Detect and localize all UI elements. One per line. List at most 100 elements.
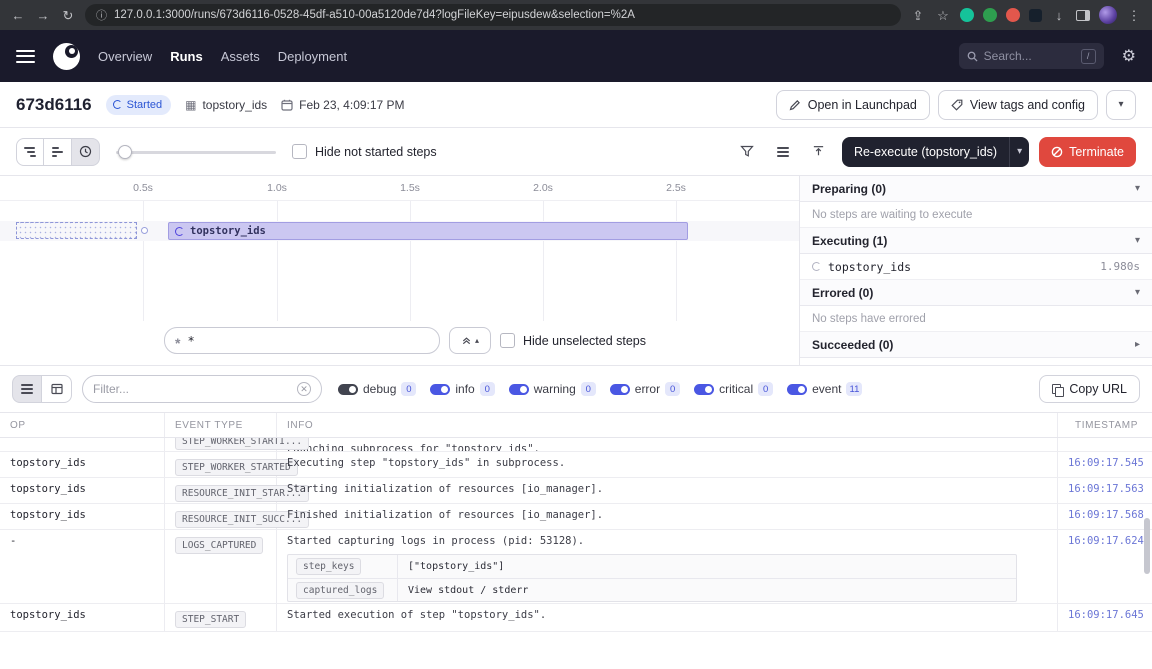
gantt-flat-view-button[interactable] [16, 138, 44, 166]
log-table: OP EVENT TYPE INFO TIMESTAMP STEP_WORKER… [0, 412, 1152, 632]
forward-icon[interactable]: → [35, 9, 51, 22]
gridline [143, 201, 144, 321]
log-row[interactable]: topstory_ids RESOURCE_INIT_SUCC... Finis… [0, 504, 1152, 530]
level-chip-event[interactable]: event 11 [787, 382, 862, 396]
section-succeeded[interactable]: Succeeded (0) ▸ [800, 332, 1152, 358]
browser-profile-avatar[interactable] [1099, 6, 1117, 24]
terminate-button[interactable]: Terminate [1039, 137, 1136, 167]
collapse-steps-button[interactable]: ▴ [449, 327, 491, 354]
log-row-logs-captured[interactable]: - LOGS_CAPTURED Started capturing logs i… [0, 530, 1152, 604]
chevron-down-icon: ▾ [1135, 183, 1140, 194]
share-icon[interactable]: ⇪ [910, 9, 926, 22]
event-type-tag: STEP_START [175, 611, 246, 628]
back-icon[interactable]: ← [10, 9, 26, 22]
toggle-icon[interactable] [338, 384, 358, 395]
nav-assets[interactable]: Assets [221, 49, 260, 64]
extension-icon-2[interactable] [983, 8, 997, 22]
copy-url-button[interactable]: Copy URL [1039, 375, 1140, 403]
extension-icon-1[interactable] [960, 8, 974, 22]
global-search[interactable]: Search... / [959, 43, 1104, 69]
log-filter-input[interactable] [93, 382, 291, 396]
url-bar[interactable]: ⓘ 127.0.0.1:3000/runs/673d6116-0528-45df… [85, 4, 901, 26]
gantt-timed-view-button[interactable] [72, 138, 100, 166]
tick-rule [0, 200, 799, 201]
section-executing[interactable]: Executing (1) ▾ [800, 228, 1152, 254]
log-scrollbar[interactable] [1144, 518, 1150, 574]
re-execute-split-button[interactable]: Re-execute (topstory_ids) ▾ [842, 137, 1029, 167]
job-name[interactable]: ▦ topstory_ids [185, 98, 267, 112]
hide-unselected-checkbox[interactable]: Hide unselected steps [500, 333, 646, 348]
waterfall-view-icon [52, 147, 63, 157]
level-chip-warning[interactable]: warning 0 [509, 382, 596, 396]
log-row[interactable]: topstory_ids RESOURCE_INIT_STAR... Start… [0, 478, 1152, 504]
gantt-chart: 0.5s 1.0s 1.5s 2.0s 2.5s topstory_ids * … [0, 176, 800, 365]
level-chip-error[interactable]: error 0 [610, 382, 680, 396]
section-preparing[interactable]: Preparing (0) ▾ [800, 176, 1152, 202]
view-stdout-stderr-link[interactable]: View stdout / stderr [398, 585, 1016, 596]
nav-overview[interactable]: Overview [98, 49, 152, 64]
section-errored[interactable]: Errored (0) ▾ [800, 280, 1152, 306]
toggle-icon[interactable] [694, 384, 714, 395]
toggle-icon[interactable] [787, 384, 807, 395]
app-header: Overview Runs Assets Deployment Search..… [0, 30, 1152, 82]
filter-steps-button[interactable] [734, 139, 760, 165]
rows-icon [777, 147, 789, 157]
level-chip-debug[interactable]: debug 0 [338, 382, 416, 396]
run-header: 673d6116 Started ▦ topstory_ids Feb 23, … [0, 82, 1152, 128]
spinner-icon [113, 100, 122, 109]
step-query-input[interactable] [187, 334, 429, 348]
clock-icon [79, 145, 92, 158]
re-execute-caret[interactable]: ▾ [1009, 137, 1029, 167]
open-in-launchpad-button[interactable]: Open in Launchpad [776, 90, 930, 120]
time-tick: 1.5s [400, 182, 420, 194]
log-list-view-button[interactable] [12, 375, 42, 403]
slider-knob[interactable] [118, 145, 132, 159]
extension-icon-3[interactable] [1006, 8, 1020, 22]
run-timestamp: Feb 23, 4:09:17 PM [281, 98, 404, 112]
gantt-queued-region[interactable] [16, 222, 137, 239]
toggle-icon[interactable] [430, 384, 450, 395]
executing-step-row[interactable]: topstory_ids 1.980s [800, 254, 1152, 280]
log-structured-view-button[interactable] [42, 375, 72, 403]
checkbox-icon [500, 333, 515, 348]
log-row[interactable]: STEP_WORKER_STARTI... Launching subproce… [0, 438, 1152, 452]
level-chip-critical[interactable]: critical 0 [694, 382, 773, 396]
log-rows-button[interactable] [770, 139, 796, 165]
run-actions-chevron-button[interactable]: ▾ [1106, 90, 1136, 120]
downloads-icon[interactable]: ↓ [1051, 9, 1067, 22]
chevron-down-icon: ▾ [1135, 287, 1140, 298]
reload-icon[interactable]: ↻ [60, 9, 76, 22]
toggle-icon[interactable] [610, 384, 630, 395]
nav-deployment[interactable]: Deployment [278, 49, 347, 64]
copy-icon [1052, 384, 1062, 395]
dagster-logo[interactable] [53, 43, 80, 70]
gridline [676, 201, 677, 321]
scroll-to-top-button[interactable] [806, 139, 832, 165]
extensions-puzzle-icon[interactable] [1029, 9, 1042, 22]
gantt-step-bar[interactable]: topstory_ids [168, 222, 688, 240]
gantt-waterfall-view-button[interactable] [44, 138, 72, 166]
metadata-row: captured_logs View stdout / stderr [288, 578, 1016, 601]
level-chip-info[interactable]: info 0 [430, 382, 494, 396]
arrow-up-lines-icon [812, 145, 825, 158]
hide-not-started-checkbox[interactable]: Hide not started steps [292, 144, 437, 159]
view-tags-config-button[interactable]: View tags and config [938, 90, 1098, 120]
browser-menu-icon[interactable]: ⋮ [1126, 9, 1142, 22]
nav-runs[interactable]: Runs [170, 49, 203, 64]
step-query-input-wrap[interactable]: * [164, 327, 440, 354]
log-row[interactable]: topstory_ids STEP_WORKER_STARTED Executi… [0, 452, 1152, 478]
bookmark-star-icon[interactable]: ☆ [935, 9, 951, 22]
settings-gear-icon[interactable]: ⚙ [1122, 46, 1136, 66]
list-view-icon [21, 384, 33, 394]
log-row[interactable]: topstory_ids STEP_START Started executio… [0, 604, 1152, 632]
clear-filter-icon[interactable]: ✕ [297, 382, 311, 396]
log-filter-input-wrap[interactable]: ✕ [82, 375, 322, 403]
toggle-icon[interactable] [509, 384, 529, 395]
metadata-row: step_keys ["topstory_ids"] [288, 555, 1016, 578]
hamburger-menu-icon[interactable] [16, 50, 35, 63]
sidepanel-icon[interactable] [1076, 10, 1090, 21]
gantt-controls: * ▴ Hide unselected steps [164, 327, 646, 354]
site-info-icon[interactable]: ⓘ [96, 7, 107, 23]
re-execute-button[interactable]: Re-execute (topstory_ids) [842, 137, 1009, 167]
gantt-zoom-slider[interactable] [116, 145, 276, 159]
